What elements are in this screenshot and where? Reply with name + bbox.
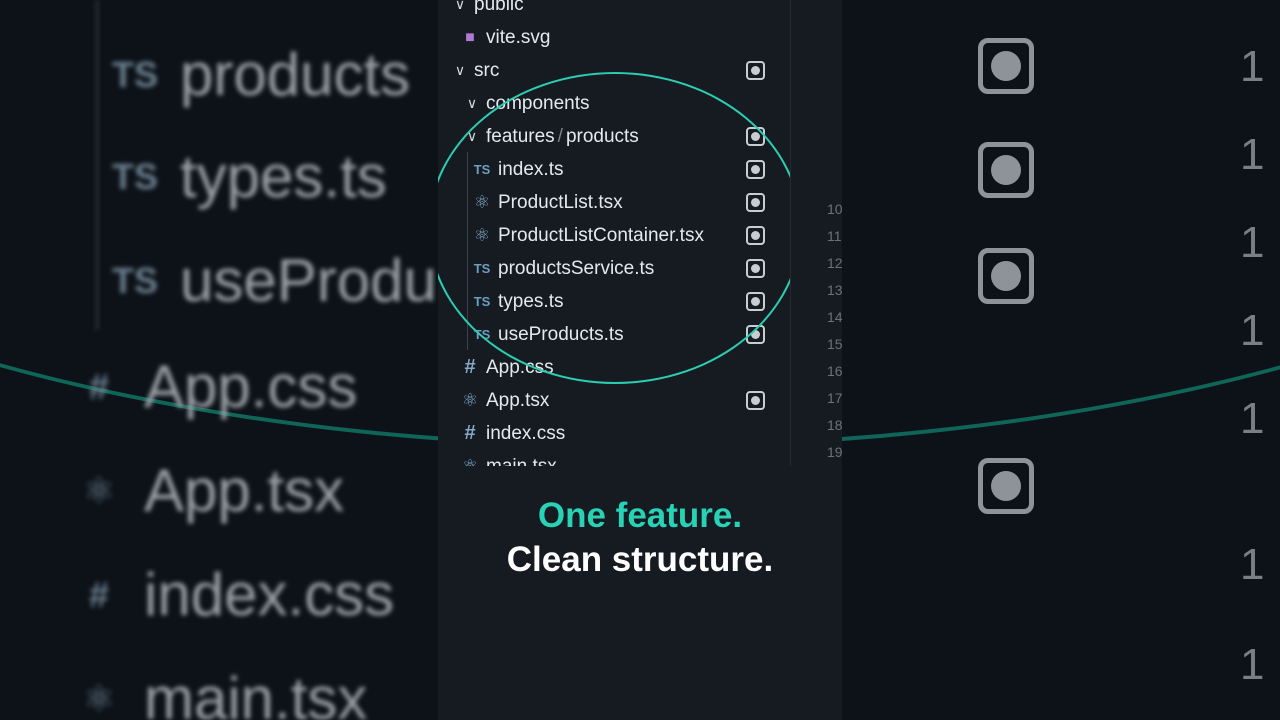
line-number: 14 [827, 309, 843, 325]
bg-line-number: 1 [1240, 130, 1265, 179]
bg-modified-badge [978, 458, 1034, 514]
typescript-icon: TS [473, 162, 491, 177]
svg-file-icon: ■ [465, 28, 475, 46]
file-explorer: ∨ public ■ vite.svg ∨ src ∨ components ∨… [438, 0, 790, 466]
tree-file-productlistcontainer-tsx[interactable]: ⚛ ProductListContainer.tsx [438, 219, 790, 252]
line-number: 11 [827, 228, 842, 244]
line-number: 12 [827, 255, 843, 271]
modified-badge-icon [746, 259, 765, 278]
react-icon: ⚛ [473, 192, 491, 212]
bg-line-number: 1 [1240, 306, 1265, 355]
hash-icon: # [88, 573, 110, 615]
bg-line-number: 1 [1240, 42, 1265, 91]
typescript-icon: TS [473, 261, 491, 276]
modified-badge-icon [746, 127, 765, 146]
bg-line-number: 1 [1240, 540, 1265, 589]
react-icon: ⚛ [82, 469, 116, 511]
caption: One feature. Clean structure. [438, 494, 842, 582]
hash-icon: # [464, 422, 476, 444]
tree-file-useproducts-ts[interactable]: TS useProducts.ts [438, 318, 790, 351]
typescript-icon: TS [473, 327, 491, 342]
bg-item-index-css: # index.css [54, 560, 394, 629]
center-panel: ∨ public ■ vite.svg ∨ src ∨ components ∨… [438, 0, 843, 720]
modified-badge-icon [746, 292, 765, 311]
bg-item-main-tsx: ⚛ main.tsx [54, 664, 368, 720]
bg-item-products: TS products [90, 40, 410, 109]
line-number: 19 [827, 444, 843, 460]
tree-folder-src[interactable]: ∨ src [438, 54, 790, 87]
tree-file-productsservice-ts[interactable]: TS productsService.ts [438, 252, 790, 285]
hash-icon: # [464, 356, 476, 378]
modified-badge-icon [746, 391, 765, 410]
modified-badge-icon [746, 226, 765, 245]
bg-item-app-css: # App.css [54, 352, 357, 421]
bg-modified-badge [978, 142, 1034, 198]
path-separator: / [557, 125, 563, 147]
tree-folder-components[interactable]: ∨ components [438, 87, 790, 120]
ts-icon: TS [111, 259, 158, 301]
tree-file-app-css[interactable]: # App.css [438, 351, 790, 384]
bg-modified-badge [978, 248, 1034, 304]
line-number: 10 [827, 201, 843, 217]
line-number: 16 [827, 363, 843, 379]
bg-modified-badge [978, 38, 1034, 94]
tree-folder-features-products[interactable]: ∨ features / products [438, 120, 790, 153]
typescript-icon: TS [473, 294, 491, 309]
ts-icon: TS [111, 53, 158, 95]
modified-badge-icon [746, 61, 765, 80]
modified-badge-icon [746, 325, 765, 344]
tree-file-productlist-tsx[interactable]: ⚛ ProductList.tsx [438, 186, 790, 219]
tree-file-types-ts[interactable]: TS types.ts [438, 285, 790, 318]
ts-icon: TS [111, 155, 158, 197]
line-number: 17 [827, 390, 843, 406]
line-number: 15 [827, 336, 843, 352]
tree-file-vite-svg[interactable]: ■ vite.svg [438, 21, 790, 54]
line-number: 13 [827, 282, 843, 298]
chevron-down-icon: ∨ [454, 0, 466, 12]
react-icon: ⚛ [461, 390, 479, 410]
bg-item-app-tsx: ⚛ App.tsx [54, 456, 344, 525]
react-icon: ⚛ [82, 677, 116, 719]
tree-file-index-css[interactable]: # index.css [438, 417, 790, 450]
modified-badge-icon [746, 193, 765, 212]
react-icon: ⚛ [461, 456, 479, 466]
folder-path-label: features / products [486, 125, 639, 147]
bg-item-types: TS types.ts [90, 142, 387, 211]
tree-file-app-tsx[interactable]: ⚛ App.tsx [438, 384, 790, 417]
chevron-down-icon: ∨ [454, 62, 466, 78]
bg-line-number: 1 [1240, 394, 1265, 443]
caption-line-2: Clean structure. [506, 540, 774, 579]
modified-badge-icon [746, 160, 765, 179]
tree-file-main-tsx[interactable]: ⚛ main.tsx [438, 450, 790, 467]
tree-folder-public[interactable]: ∨ public [438, 0, 790, 21]
caption-line-1: One feature. [537, 496, 743, 535]
hash-icon: # [88, 365, 110, 407]
background-right-zoom [842, 0, 1280, 720]
react-icon: ⚛ [473, 225, 491, 245]
bg-line-number: 1 [1240, 640, 1265, 689]
chevron-down-icon: ∨ [466, 128, 478, 144]
bg-item-useproducts: TS useProdu [90, 246, 437, 315]
line-number-gutter: 10 11 12 13 14 15 16 17 18 19 [790, 0, 843, 466]
tree-file-index-ts[interactable]: TS index.ts [438, 153, 790, 186]
bg-line-number: 1 [1240, 218, 1265, 267]
chevron-down-icon: ∨ [466, 95, 478, 111]
line-number: 18 [827, 417, 843, 433]
background-left-zoom: TS products TS types.ts TS useProdu # Ap… [0, 0, 438, 720]
